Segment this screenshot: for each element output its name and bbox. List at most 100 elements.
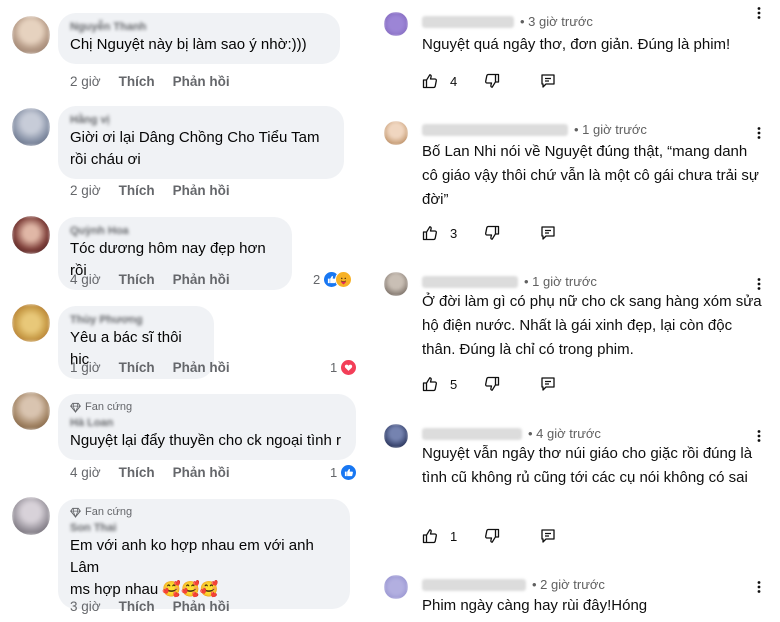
- avatar[interactable]: [12, 392, 50, 430]
- comment-text: Nguyệt lại đẩy thuyền cho ck ngoại tình …: [70, 432, 341, 449]
- comment-header: • 2 giờ trước: [422, 577, 605, 592]
- like-icon: [340, 464, 358, 481]
- like-count: 3: [450, 225, 458, 241]
- comment-time[interactable]: • 4 giờ trước: [528, 426, 601, 441]
- comment-time[interactable]: 2 giờ: [70, 183, 101, 198]
- reply-icon[interactable]: [540, 528, 556, 544]
- like-button[interactable]: Thích: [119, 183, 155, 198]
- reaction-count: 2: [313, 272, 321, 287]
- thumbs-up-icon[interactable]: [422, 528, 438, 544]
- dislike-control: [484, 376, 540, 392]
- commenter-name[interactable]: Thùy Phương: [70, 313, 202, 327]
- more-actions-icon[interactable]: [750, 275, 768, 293]
- thumbs-down-icon[interactable]: [484, 528, 500, 544]
- thumbs-down-icon[interactable]: [484, 225, 500, 241]
- heart-icon: [340, 359, 358, 376]
- reply-icon[interactable]: [540, 225, 556, 241]
- thumbs-up-icon[interactable]: [422, 73, 438, 89]
- like-button[interactable]: Thích: [119, 74, 155, 89]
- comment-actions: 1 giờ Thích Phản hồi: [70, 360, 248, 375]
- avatar[interactable]: [384, 121, 408, 145]
- commenter-handle[interactable]: [422, 275, 518, 288]
- commenter-name[interactable]: Hằng vị: [70, 113, 332, 127]
- comment-time[interactable]: 4 giờ: [70, 465, 101, 480]
- comment-text: Chị Nguyệt này bị làm sao ý nhờ:))): [70, 36, 307, 53]
- like-count: 5: [450, 376, 458, 392]
- reply-icon[interactable]: [540, 73, 556, 89]
- thumbs-up-icon[interactable]: [422, 376, 438, 392]
- comment-bubble: Fan cứng Son Thai Em với anh ko hợp nhau…: [58, 499, 350, 609]
- like-button[interactable]: Thích: [119, 599, 155, 614]
- comment-actions: 5: [422, 376, 556, 392]
- comment-header: • 1 giờ trước: [422, 122, 647, 137]
- commenter-handle[interactable]: [422, 123, 568, 136]
- reaction-summary[interactable]: 1: [330, 359, 358, 376]
- reaction-count: 1: [330, 465, 338, 480]
- comment-actions: 4: [422, 73, 556, 89]
- reaction-summary[interactable]: 2: [313, 271, 353, 288]
- commenter-handle[interactable]: [422, 578, 526, 591]
- reply-icon[interactable]: [540, 376, 556, 392]
- comment-text: Nguyệt quá ngây thơ, đơn giản. Đúng là p…: [422, 36, 731, 53]
- comment-time[interactable]: • 2 giờ trước: [532, 577, 605, 592]
- comment-time[interactable]: 3 giờ: [70, 599, 101, 614]
- more-actions-icon[interactable]: [750, 578, 768, 596]
- diamond-icon: [70, 507, 81, 518]
- commenter-name[interactable]: Son Thai: [70, 521, 338, 535]
- fan-badge: Fan cứng: [70, 506, 338, 519]
- more-actions-icon[interactable]: [750, 124, 768, 142]
- reaction-count: 1: [330, 360, 338, 375]
- comment-header: • 1 giờ trước: [422, 274, 597, 289]
- commenter-handle[interactable]: [422, 15, 514, 28]
- more-actions-icon[interactable]: [750, 427, 768, 445]
- avatar[interactable]: [12, 497, 50, 535]
- like-button[interactable]: Thích: [119, 465, 155, 480]
- comment-actions: 3: [422, 225, 556, 241]
- comment-text: Giời ơi lại Dâng Chồng Cho Tiểu Tam rồi …: [70, 129, 320, 168]
- comment-time[interactable]: 1 giờ: [70, 360, 101, 375]
- avatar[interactable]: [384, 575, 408, 599]
- avatar[interactable]: [12, 16, 50, 54]
- commenter-name[interactable]: Hà Loan: [70, 416, 344, 430]
- diamond-icon: [70, 402, 81, 413]
- reply-button[interactable]: Phản hồi: [173, 599, 230, 614]
- comment-actions: 1: [422, 528, 556, 544]
- commenter-handle[interactable]: [422, 427, 522, 440]
- comment-text: Phim ngày càng hay rùi đây!Hóng: [422, 597, 648, 614]
- like-count: 4: [450, 73, 458, 89]
- thumbs-up-icon[interactable]: [422, 225, 438, 241]
- avatar[interactable]: [384, 12, 408, 36]
- comment-time[interactable]: • 3 giờ trước: [520, 14, 593, 29]
- like-button[interactable]: Thích: [119, 272, 155, 287]
- reaction-summary[interactable]: 1: [330, 464, 358, 481]
- reply-button[interactable]: Phản hồi: [173, 74, 230, 89]
- comment-text: Bố Lan Nhi nói về Nguyệt đúng thật, “man…: [422, 143, 759, 208]
- comment-time[interactable]: 4 giờ: [70, 272, 101, 287]
- thumbs-down-icon[interactable]: [484, 73, 500, 89]
- commenter-name[interactable]: Quỳnh Hoa: [70, 224, 280, 238]
- comment-bubble: Hằng vị Giời ơi lại Dâng Chồng Cho Tiểu …: [58, 106, 344, 179]
- comment-text: Nguyệt vẫn ngây thơ núi giáo cho giặc rồ…: [422, 445, 753, 486]
- like-control: 1: [422, 528, 484, 544]
- reply-button[interactable]: Phản hồi: [173, 272, 230, 287]
- reply-button[interactable]: Phản hồi: [173, 360, 230, 375]
- avatar[interactable]: [384, 424, 408, 448]
- badge-label: Fan cứng: [85, 401, 133, 413]
- avatar[interactable]: [384, 272, 408, 296]
- avatar[interactable]: [12, 304, 50, 342]
- reply-button[interactable]: Phản hồi: [173, 465, 230, 480]
- thumbs-down-icon[interactable]: [484, 376, 500, 392]
- more-actions-icon[interactable]: [750, 4, 768, 22]
- comment-time[interactable]: 2 giờ: [70, 74, 101, 89]
- comment-actions: 3 giờ Thích Phản hồi: [70, 599, 248, 614]
- like-button[interactable]: Thích: [119, 360, 155, 375]
- comment-time[interactable]: • 1 giờ trước: [574, 122, 647, 137]
- reply-button[interactable]: Phản hồi: [173, 183, 230, 198]
- avatar[interactable]: [12, 216, 50, 254]
- like-control: 3: [422, 225, 484, 241]
- avatar[interactable]: [12, 108, 50, 146]
- care-icon: [335, 271, 353, 288]
- commenter-name[interactable]: Nguyễn Thanh: [70, 20, 328, 34]
- panel-divider: [368, 0, 376, 622]
- comment-time[interactable]: • 1 giờ trước: [524, 274, 597, 289]
